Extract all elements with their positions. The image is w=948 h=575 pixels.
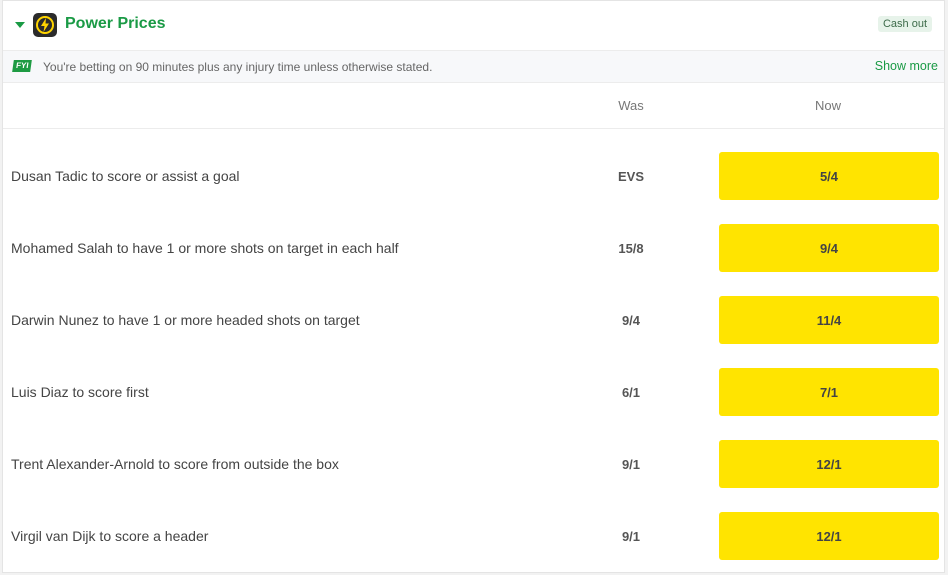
was-column-header: Was <box>618 98 644 113</box>
list-item: Virgil van Dijk to score a header 9/1 12… <box>3 500 944 572</box>
list-item: Dusan Tadic to score or assist a goal EV… <box>3 140 944 212</box>
list-item: Trent Alexander-Arnold to score from out… <box>3 428 944 500</box>
page-title: Power Prices <box>65 15 166 32</box>
power-prices-panel: Power Prices Cash out FYI You're betting… <box>2 0 945 573</box>
selection-label: Mohamed Salah to have 1 or more shots on… <box>11 240 399 256</box>
now-column-header: Now <box>814 98 841 113</box>
was-price: 9/4 <box>621 312 641 328</box>
now-price-button[interactable]: 7/1 <box>719 368 939 416</box>
now-price-button[interactable]: 11/4 <box>719 296 939 344</box>
now-price-button[interactable]: 5/4 <box>719 152 939 200</box>
selection-label: Luis Diaz to score first <box>11 384 149 400</box>
selection-label: Virgil van Dijk to score a header <box>11 528 209 544</box>
chevron-down-icon[interactable] <box>15 22 25 28</box>
now-price-button[interactable]: 12/1 <box>719 512 939 560</box>
cash-out-badge: Cash out <box>877 16 932 32</box>
fyi-badge: FYI <box>12 60 33 72</box>
column-headers: Was Now <box>3 83 944 129</box>
now-price-button[interactable]: 9/4 <box>719 224 939 272</box>
selection-label: Dusan Tadic to score or assist a goal <box>11 168 240 184</box>
was-price: EVS <box>617 168 644 184</box>
list-item: Luis Diaz to score first 6/1 7/1 <box>3 356 944 428</box>
list-item: Darwin Nunez to have 1 or more headed sh… <box>3 284 944 356</box>
show-more-link[interactable]: Show more <box>875 59 938 73</box>
info-text: You're betting on 90 minutes plus any in… <box>43 60 433 74</box>
selection-label: Trent Alexander-Arnold to score from out… <box>11 456 339 472</box>
list-item: Mohamed Salah to have 1 or more shots on… <box>3 212 944 284</box>
info-bar: FYI You're betting on 90 minutes plus an… <box>3 51 944 83</box>
panel-header[interactable]: Power Prices Cash out <box>3 1 944 51</box>
was-price: 9/1 <box>621 528 641 544</box>
selection-label: Darwin Nunez to have 1 or more headed sh… <box>11 312 360 328</box>
was-price: 9/1 <box>621 456 641 472</box>
lightning-bolt-icon <box>33 13 57 37</box>
now-price-button[interactable]: 12/1 <box>719 440 939 488</box>
was-price: 6/1 <box>621 384 641 400</box>
was-price: 15/8 <box>618 240 644 256</box>
